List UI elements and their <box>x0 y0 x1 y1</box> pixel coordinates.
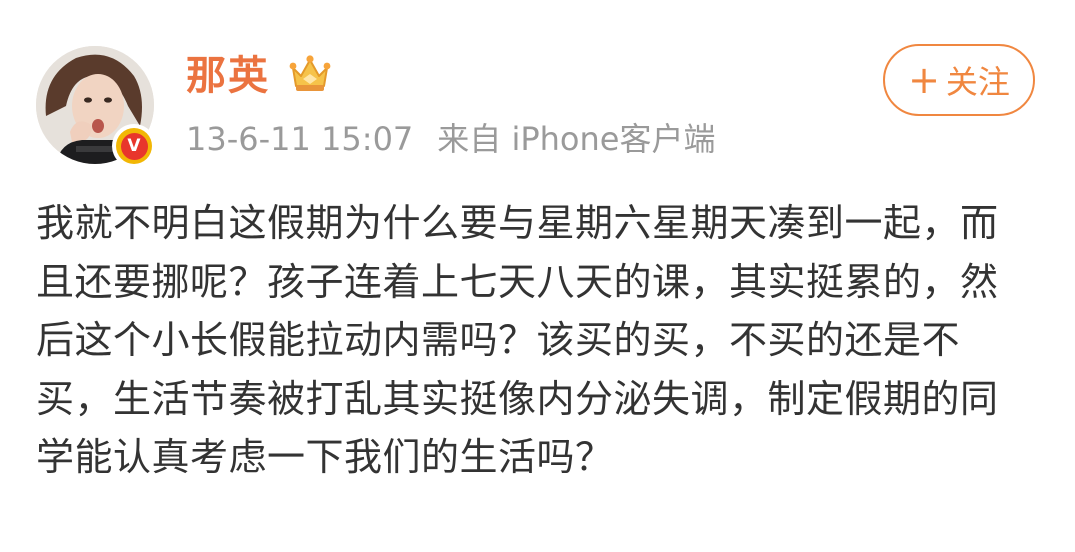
post-timestamp: 13-6-11 15:07 <box>186 120 414 158</box>
author-name[interactable]: 那英 <box>186 50 270 102</box>
verified-badge: V <box>112 124 156 168</box>
post-text: 我就不明白这假期为什么要与星期六星期天凑到一起，而且还要挪呢？孩子连着上七天八天… <box>36 201 999 479</box>
verified-v-mark: V <box>120 132 148 160</box>
follow-button[interactable]: + 关注 <box>883 44 1035 116</box>
vip-crown-icon[interactable] <box>288 52 332 96</box>
plus-icon: + <box>908 58 940 102</box>
post-source[interactable]: 来自 iPhone客户端 <box>437 120 715 158</box>
follow-label: 关注 <box>945 63 1010 101</box>
weibo-post: V 那英 13-6-11 15:07 来自 iPhone客户端 + 关注 我就不明… <box>0 0 1075 552</box>
verified-v-icon: V <box>116 128 152 164</box>
post-meta: 13-6-11 15:07 来自 iPhone客户端 <box>186 116 715 162</box>
